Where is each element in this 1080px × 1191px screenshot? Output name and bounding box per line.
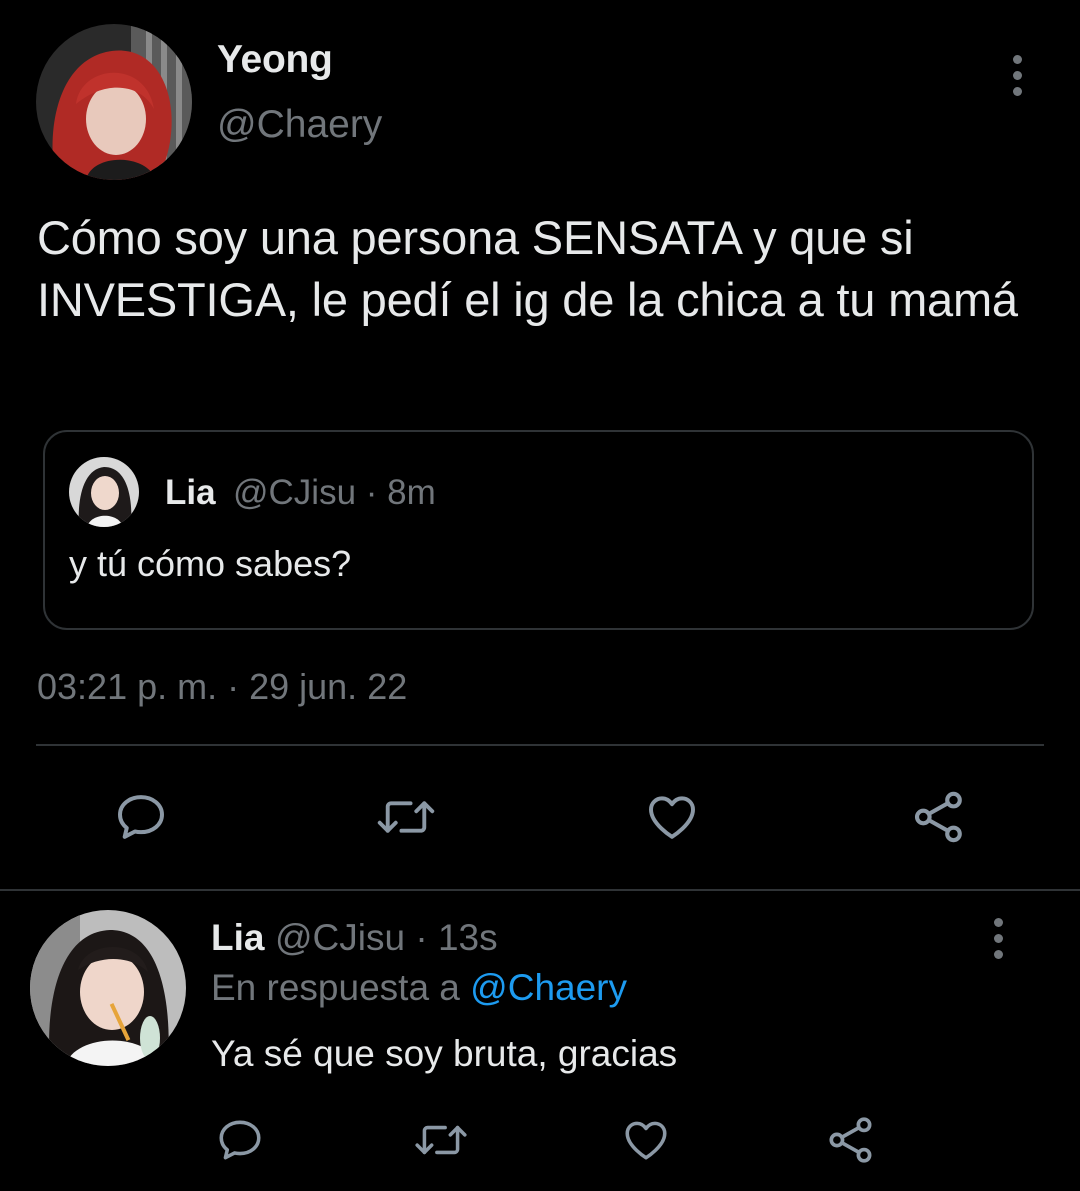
share-icon[interactable] [908,786,970,848]
reply-context: En respuesta a @Chaery [211,967,627,1009]
divider [36,744,1044,746]
reply-author-name[interactable]: Lia [211,917,264,959]
main-author-name[interactable]: Yeong [217,38,333,82]
like-icon[interactable] [618,1112,674,1168]
tweet-text: Cómo soy una persona SENSATA y que si IN… [37,211,1018,326]
reply-context-prefix: En respuesta a [211,967,471,1008]
reply-icon[interactable] [212,1112,268,1168]
tweet-timestamp[interactable]: 03:21 p. m. · 29 jun. 22 [37,666,407,708]
share-icon[interactable] [823,1112,879,1168]
divider [0,889,1080,891]
quoted-author-avatar [69,457,139,527]
quoted-tweet[interactable] [43,430,1034,630]
more-vertical-icon[interactable] [997,45,1037,105]
retweet-icon[interactable] [410,1112,472,1168]
reply-author-avatar[interactable] [30,910,186,1066]
avatar-photo [30,910,186,1066]
quoted-author-name: Lia [165,473,216,512]
reply-author-meta[interactable]: @CJisu · 13s [275,917,498,959]
retweet-icon[interactable] [371,786,441,848]
reply-to-handle-link[interactable]: @Chaery [470,967,627,1008]
like-icon[interactable] [640,786,704,848]
reply-text: Ya sé que soy bruta, gracias [211,1033,678,1074]
main-author-avatar[interactable] [36,24,192,180]
main-author-handle[interactable]: @Chaery [217,103,382,147]
avatar-photo [69,457,139,527]
quoted-tweet-text: y tú cómo sabes? [69,543,352,584]
quoted-author-meta: @CJisu · 8m [233,473,436,512]
avatar-photo [36,24,192,180]
more-vertical-icon[interactable] [978,908,1018,968]
reply-icon[interactable] [110,786,172,848]
